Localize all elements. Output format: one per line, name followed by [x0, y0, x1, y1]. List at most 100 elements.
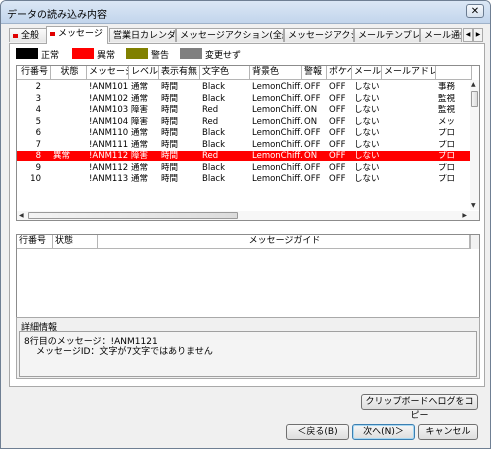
cell-back-color: LemonChiff...	[252, 93, 302, 104]
cell-level: 通常	[131, 93, 149, 104]
column-header-status[interactable]: 状態	[51, 66, 87, 80]
tab-general[interactable]: 全般	[9, 28, 47, 42]
copy-log-to-clipboard-button[interactable]: クリップボードへログをコピー	[361, 394, 478, 421]
column-header-level[interactable]: レベル	[129, 66, 159, 80]
close-button[interactable]: ✕	[466, 4, 484, 18]
horizontal-scroll-thumb[interactable]	[28, 212, 238, 219]
title-bar: データの読み込み内容 ✕	[1, 1, 490, 24]
cell-pager: OFF	[329, 128, 346, 138]
cell-mail: しない	[354, 128, 380, 138]
cell-text-color: Black	[202, 174, 225, 184]
cell-back-color: LemonChiff...	[252, 105, 302, 115]
scroll-left-icon[interactable]: ◀	[19, 212, 24, 219]
cell-text-color: Black	[202, 82, 225, 92]
cell-alarm: ON	[304, 151, 318, 161]
cell-mail: しない	[354, 93, 380, 104]
cell-mail-address	[382, 105, 436, 115]
column-header-pager[interactable]: ポケベ...	[327, 66, 352, 80]
column-header-message-id[interactable]: メッセージID	[87, 66, 129, 80]
column-header-extra[interactable]	[436, 66, 472, 80]
column-header-row-number[interactable]: 行番号	[17, 66, 51, 80]
message-grid-horizontal-scrollbar[interactable]: ◀ ▶	[17, 211, 479, 220]
cell-text-color: Black	[202, 162, 225, 173]
cell-mail: しない	[354, 139, 380, 150]
tab-business-calendar[interactable]: 営業日カレンダー	[109, 28, 176, 42]
table-row[interactable]: 6!ANM110通常時間BlackLemonChiff...OFFOFFしないプ…	[17, 128, 472, 138]
table-row[interactable]: 7!ANM111通常時間BlackLemonChiff...OFFOFFしないプ…	[17, 140, 472, 150]
tab-message[interactable]: メッセージ	[46, 26, 108, 44]
cell-mail: しない	[354, 162, 380, 173]
column-header-text-color[interactable]: 文字色	[200, 66, 250, 80]
tab-scroll-right-button[interactable]: ▶	[473, 28, 483, 42]
cell-mail-address	[382, 163, 436, 173]
cell-level: 通常	[131, 82, 149, 92]
column-header-mail-address[interactable]: メールアドレス	[382, 66, 436, 80]
cell-back-color: LemonChiff...	[252, 151, 302, 161]
table-row[interactable]: 2!ANM101通常時間BlackLemonChiff...OFFOFFしない事…	[17, 82, 472, 92]
cell-message-id: !ANM112	[89, 162, 129, 173]
tab-message-action-general[interactable]: メッセージアクション(全般設定)	[176, 28, 284, 42]
back-button[interactable]: ＜戻る(B)	[286, 424, 349, 440]
cell-display: 時間	[161, 82, 179, 92]
legend-label-unchanged: 変更せず	[205, 51, 242, 61]
table-row[interactable]: 3!ANM102通常時間BlackLemonChiff...OFFOFFしない監…	[17, 94, 472, 104]
guide-column-message-guide[interactable]: メッセージガイド	[98, 235, 470, 249]
cell-display: 時間	[161, 174, 179, 184]
cell-pager: OFF	[329, 139, 346, 150]
cell-level: 障害	[131, 151, 149, 161]
cell-message-id: !ANM1121	[89, 151, 129, 161]
guide-column-status[interactable]: 状態	[53, 235, 98, 249]
cell-row-number: 2	[35, 82, 41, 92]
table-row[interactable]: 4 !ANM103障害 時間 Red LemonChiff...ON OFF しない 監視	[17, 105, 472, 115]
cell-pager: OFF	[329, 116, 346, 127]
message-grid: 行番号状態メッセージIDレベル表示有無文字色背景色警報ポケベ...メール...メ…	[16, 65, 480, 221]
next-button[interactable]: 次へ(N)＞	[352, 424, 415, 440]
message-grid-vertical-scrollbar[interactable]: ▲ ▼	[470, 80, 479, 210]
tab-scroll-arrows: ◀ ▶	[463, 28, 483, 42]
cell-text-color: Black	[202, 128, 225, 138]
cell-row-number: 5	[35, 116, 41, 127]
cell-mail-address	[382, 174, 436, 184]
legend-swatch-unchanged	[180, 48, 202, 59]
cell-alarm: OFF	[304, 93, 321, 104]
cell-extra: 監視	[438, 93, 456, 104]
table-row[interactable]: 10!ANM113通常時間BlackLemonChiff...OFFOFFしない…	[17, 174, 472, 184]
scroll-down-icon[interactable]: ▼	[471, 202, 476, 209]
cell-pager: OFF	[329, 162, 346, 173]
cell-status	[51, 174, 87, 184]
column-header-mail[interactable]: メール...	[352, 66, 382, 80]
column-header-back-color[interactable]: 背景色	[250, 66, 302, 80]
cell-message-id: !ANM113	[89, 174, 129, 184]
vertical-scroll-thumb[interactable]	[471, 91, 478, 107]
column-header-display[interactable]: 表示有無	[159, 66, 200, 80]
cell-extra: プロ	[438, 162, 456, 173]
cell-extra: プロ	[438, 151, 456, 161]
cell-status	[51, 94, 87, 104]
tab-mail-template[interactable]: メールテンプレート	[354, 28, 420, 42]
tab-scroll-left-button[interactable]: ◀	[463, 28, 473, 42]
cancel-button[interactable]: キャンセル	[418, 424, 478, 440]
cell-display: 時間	[161, 93, 179, 104]
cell-back-color: LemonChiff...	[252, 116, 302, 127]
detail-info-text: 8行目のメッセージ：!ANM1121 メッセージID：文字が7文字ではありません	[19, 331, 477, 377]
cell-text-color: Black	[202, 139, 225, 150]
cell-alarm: OFF	[304, 139, 321, 150]
guide-column-row-number[interactable]: 行番号	[17, 235, 53, 249]
cell-row-number: 4	[35, 105, 41, 115]
scroll-up-icon[interactable]: ▲	[471, 81, 476, 88]
error-square-icon	[50, 31, 55, 36]
cell-level: 障害	[131, 116, 149, 127]
table-row[interactable]: 5 !ANM104障害 時間 Red LemonChiff...ON OFF しない メッ	[17, 117, 472, 127]
cell-level: 通常	[131, 162, 149, 173]
table-row[interactable]: 8 異常 !ANM1121障害 時間 Red LemonChiff...ON OFF しない プ…	[17, 151, 472, 161]
table-row[interactable]: 9!ANM112通常時間BlackLemonChiff...OFFOFFしないプ…	[17, 163, 472, 173]
tab-mail-notification[interactable]: メール通知	[420, 28, 462, 42]
tab-label: 営業日カレンダー	[113, 31, 176, 41]
cell-row-number: 7	[35, 139, 41, 150]
cell-message-id: !ANM110	[89, 128, 129, 138]
tab-message-action[interactable]: メッセージアクション	[284, 28, 354, 42]
legend-label-warning: 警告	[151, 51, 170, 61]
scroll-right-icon[interactable]: ▶	[462, 212, 467, 219]
detail-line-2: メッセージID：文字が7文字ではありません	[36, 347, 213, 357]
column-header-alarm[interactable]: 警報	[302, 66, 327, 80]
